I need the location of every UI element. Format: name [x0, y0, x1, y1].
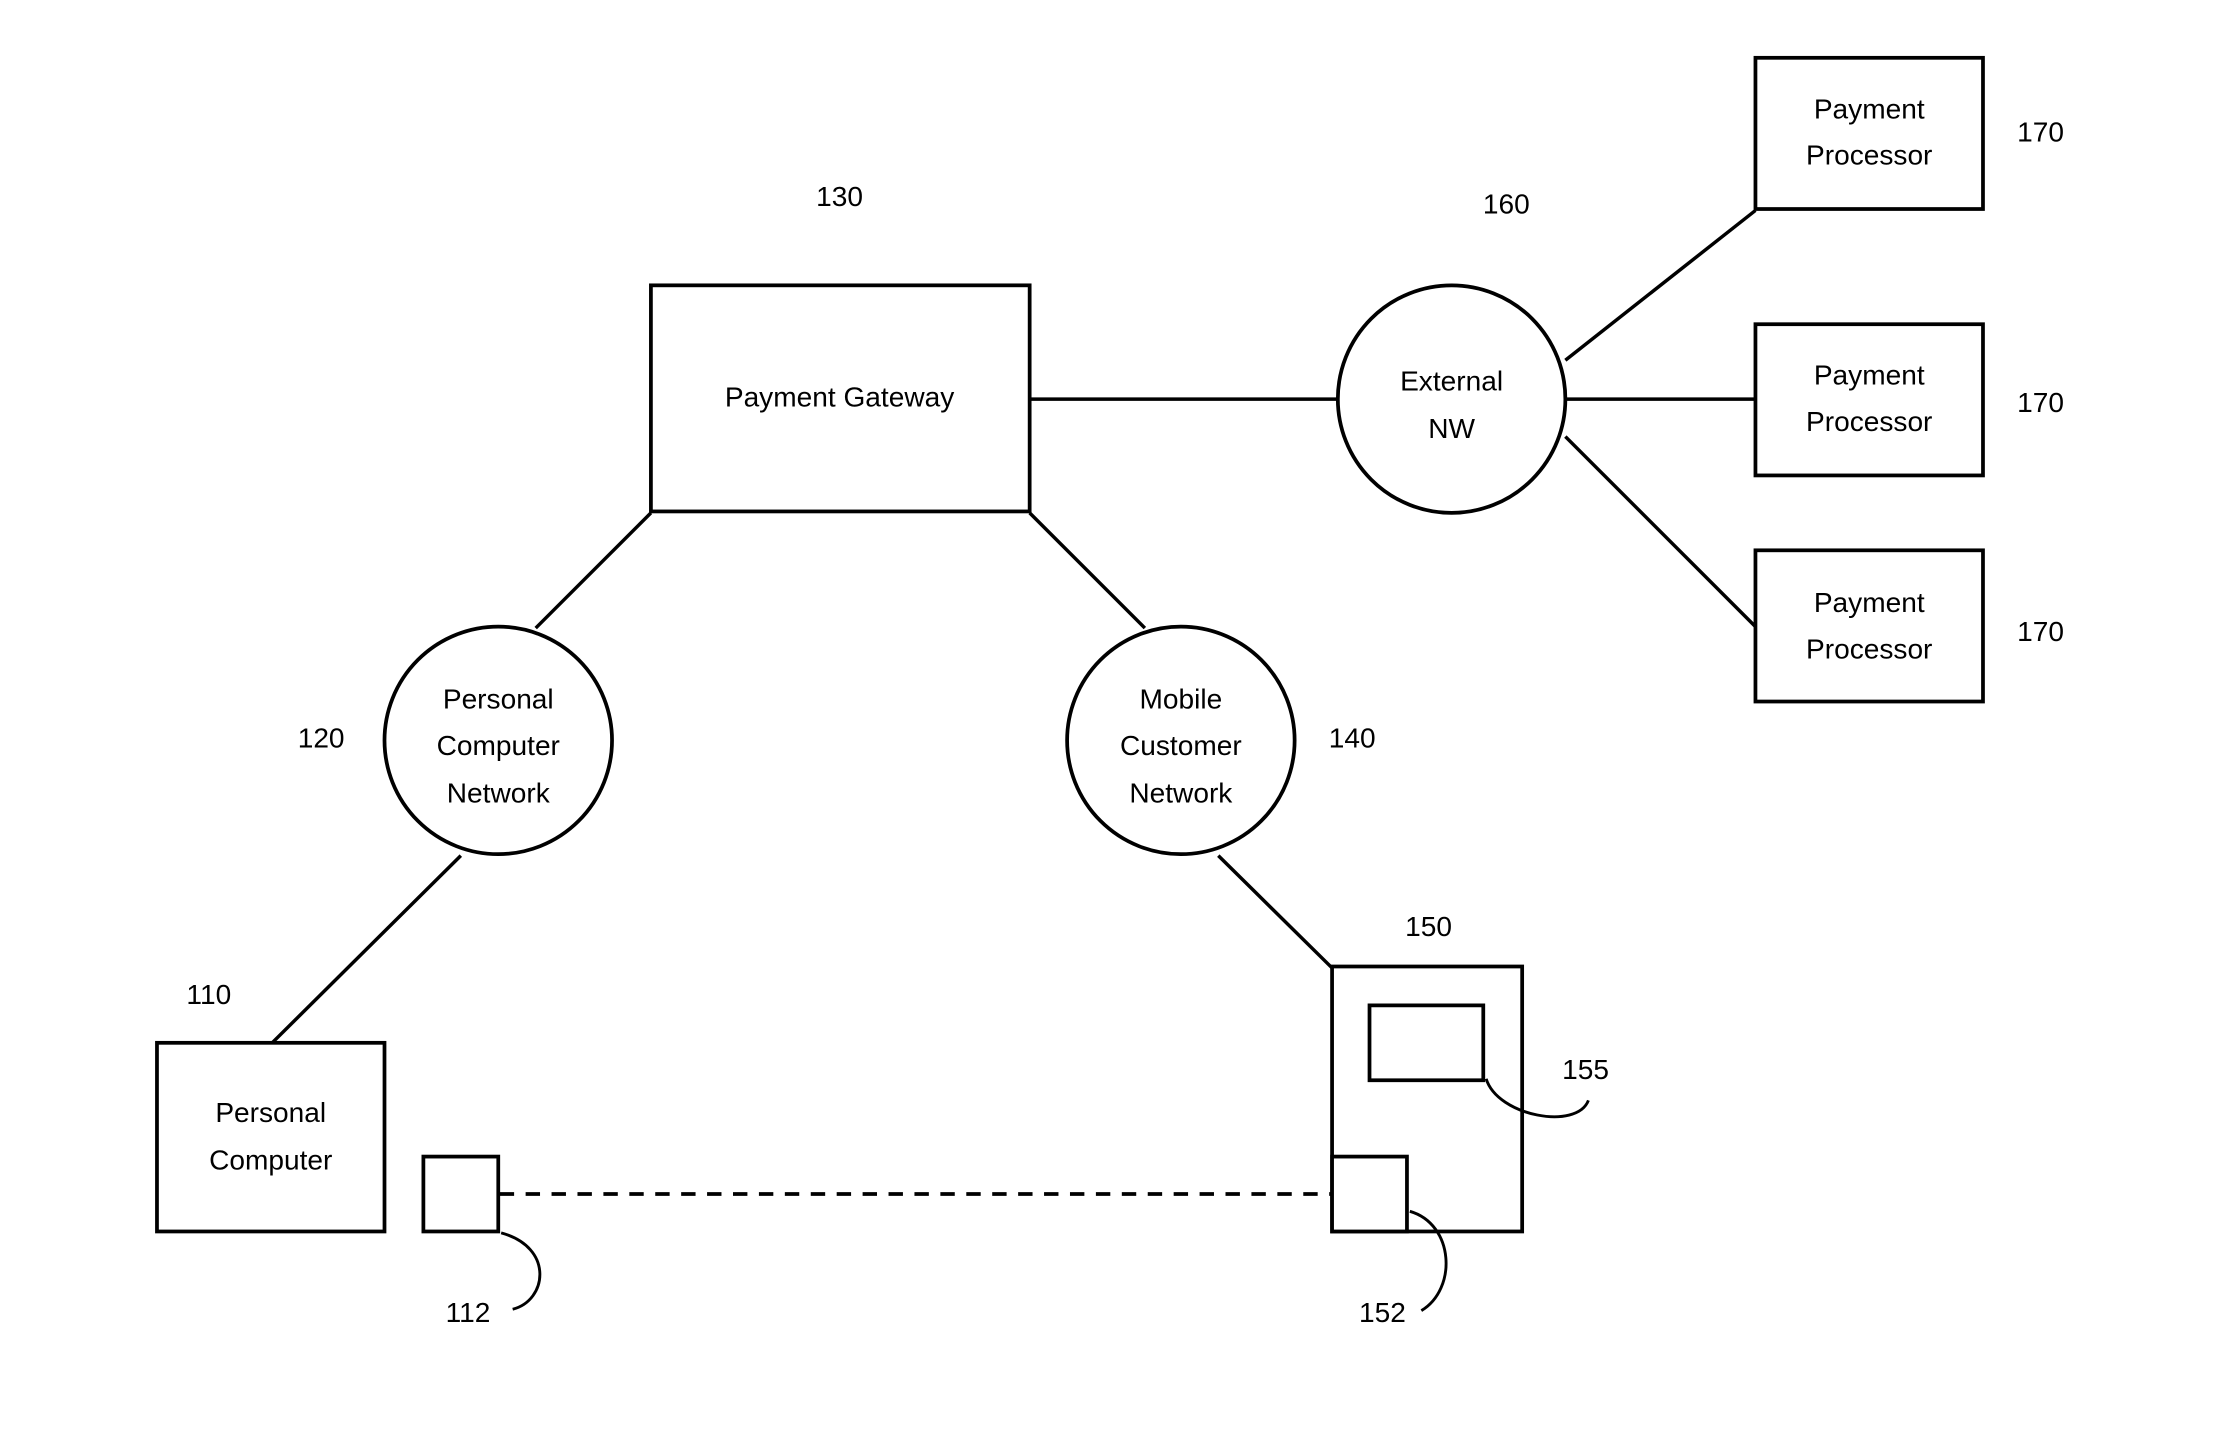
payment-processor-1-label-line-1: Payment	[1814, 93, 1925, 124]
node-payment-processor-3: Payment Processor 170	[1753, 548, 2064, 704]
payment-system-diagram: Payment Gateway 130 External NW 160 Paym…	[155, 55, 2064, 1328]
mobile-device-ref: 150	[1405, 911, 1452, 942]
node-payment-gateway: Payment Gateway 130	[649, 181, 1032, 514]
external-nw-circle	[1335, 283, 1568, 515]
edge-gateway-mobile-network	[1028, 511, 1147, 630]
node-payment-processor-1: Payment Processor 170	[1753, 55, 2064, 211]
pc-network-label-line-3: Network	[447, 777, 551, 808]
payment-processor-2-ref: 170	[2017, 387, 2064, 418]
node-external-nw: External NW 160	[1335, 188, 1568, 515]
personal-computer-ref: 110	[186, 979, 231, 1010]
payment-processor-1-ref: 170	[2017, 116, 2064, 147]
payment-processor-1-label-line-2: Processor	[1806, 139, 1932, 170]
edge-gateway-pc-network	[534, 511, 653, 630]
mobile-network-label-line-1: Mobile	[1140, 684, 1223, 715]
payment-processor-1-box	[1753, 55, 1985, 211]
payment-gateway-ref: 130	[816, 181, 863, 212]
node-mobile-network: Mobile Customer Network 140	[1065, 624, 1376, 857]
personal-computer-label-line-2: Computer	[209, 1145, 332, 1176]
payment-processor-2-label-line-1: Payment	[1814, 360, 1925, 391]
external-nw-label-line-1: External	[1400, 365, 1503, 396]
edge-external-nw-processor-3	[1564, 435, 1757, 628]
edge-pc-network-personal-computer	[270, 854, 463, 1045]
mobile-network-label-line-3: Network	[1129, 777, 1233, 808]
edge-external-nw-processor-1	[1564, 209, 1757, 362]
mobile-screen-ref: 155	[1562, 1054, 1609, 1085]
pc-network-ref: 120	[298, 723, 345, 754]
payment-processor-3-ref: 170	[2017, 616, 2064, 647]
pc-network-label-line-2: Computer	[437, 730, 560, 761]
personal-computer-label-line-1: Personal	[215, 1097, 326, 1128]
node-pc-network: Personal Computer Network 120	[298, 624, 614, 857]
payment-processor-3-label-line-1: Payment	[1814, 587, 1925, 618]
payment-processor-2-box	[1753, 322, 1985, 478]
node-personal-computer: Personal Computer 110	[155, 979, 387, 1234]
node-mobile-device: 150 155 152	[1330, 911, 1609, 1328]
mobile-network-label-line-2: Customer	[1120, 730, 1242, 761]
pc-peripheral-ref: 112	[446, 1297, 491, 1328]
pc-peripheral-leader-line	[500, 1231, 542, 1311]
external-nw-ref: 160	[1483, 188, 1530, 219]
edge-mobile-network-mobile-device	[1217, 854, 1334, 970]
personal-computer-box	[155, 1040, 387, 1234]
pc-peripheral-box	[421, 1154, 501, 1234]
mobile-reader-ref: 152	[1359, 1297, 1406, 1328]
mobile-network-ref: 140	[1329, 723, 1376, 754]
external-nw-label-line-2: NW	[1428, 413, 1475, 444]
payment-processor-3-box	[1753, 548, 1985, 704]
payment-processor-3-label-line-2: Processor	[1806, 633, 1932, 664]
mobile-reader-box	[1330, 1154, 1409, 1234]
node-pc-peripheral: 112	[421, 1154, 542, 1328]
node-payment-processor-2: Payment Processor 170	[1753, 322, 2064, 478]
pc-network-label-line-1: Personal	[443, 684, 554, 715]
payment-processor-2-label-line-2: Processor	[1806, 406, 1932, 437]
payment-gateway-label: Payment Gateway	[725, 381, 954, 412]
mobile-screen-box	[1367, 1003, 1486, 1083]
